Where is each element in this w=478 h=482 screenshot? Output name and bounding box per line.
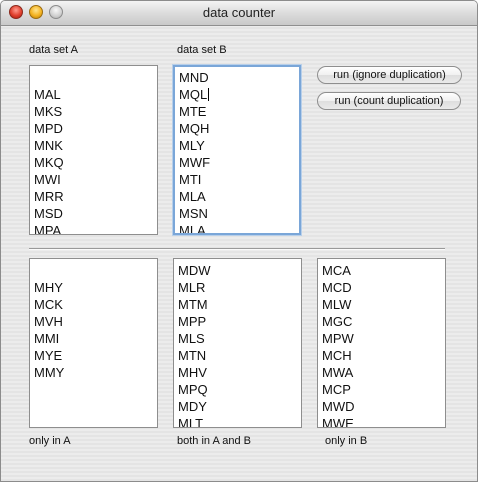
- text-line: MLA: [179, 223, 206, 235]
- text-line: MGC: [322, 314, 353, 329]
- data-set-a-textarea[interactable]: MAL MKS MPD MNK MKQ MWI MRR MSD MPA: [29, 65, 158, 235]
- text-line: MHV: [178, 365, 207, 380]
- title-bar[interactable]: data counter: [1, 1, 477, 26]
- only-in-a-textarea[interactable]: MHY MCK MVH MMI MYE MMY: [29, 258, 158, 428]
- text-line: MPP: [178, 314, 207, 329]
- text-line: MTE: [179, 104, 207, 119]
- text-line: [30, 69, 157, 86]
- text-line: MCD: [322, 280, 352, 295]
- text-line: MWI: [34, 172, 61, 187]
- text-line: MTM: [178, 297, 208, 312]
- text-line: MKS: [34, 104, 63, 119]
- text-line: MLS: [178, 331, 205, 346]
- text-line: MNK: [34, 138, 63, 153]
- text-line: MLR: [178, 280, 206, 295]
- both-in-a-and-b-textarea[interactable]: MDW MLR MTM MPP MLS MTN MHV MPQ MDY MLT: [173, 258, 302, 428]
- text-line: MND: [179, 70, 209, 85]
- text-line: MCP: [322, 382, 351, 397]
- text-line: MVH: [34, 314, 63, 329]
- run-ignore-duplication-button[interactable]: run (ignore duplication): [317, 66, 462, 84]
- text-line: MPD: [34, 121, 63, 136]
- text-line: MSD: [34, 206, 63, 221]
- data-set-b-label: data set B: [177, 44, 227, 56]
- text-line: MLA: [179, 189, 206, 204]
- only-in-b-label: only in B: [325, 435, 368, 447]
- text-line: MCA: [322, 263, 351, 278]
- text-line: MAL: [34, 87, 61, 102]
- section-divider: [29, 248, 445, 250]
- only-in-b-textarea[interactable]: MCA MCD MLW MGC MPW MCH MWA MCP MWD MWE: [317, 258, 446, 428]
- text-line: MDY: [178, 399, 207, 414]
- both-in-a-and-b-label: both in A and B: [177, 435, 252, 447]
- text-line: MDW: [178, 263, 211, 278]
- text-line: MPQ: [178, 382, 208, 397]
- text-line: MWD: [322, 399, 355, 414]
- text-line: [30, 262, 157, 279]
- text-line: MMI: [34, 331, 60, 346]
- run-count-duplication-button[interactable]: run (count duplication): [317, 92, 461, 110]
- data-set-b-textarea[interactable]: MND MQL MTE MQH MLY MWF MTI MLA MSN MLA: [173, 65, 301, 235]
- text-line: MMY: [34, 365, 65, 380]
- text-cursor: [208, 88, 210, 101]
- text-line: MSN: [179, 206, 208, 221]
- text-line: MCK: [34, 297, 63, 312]
- data-set-a-label: data set A: [29, 44, 78, 56]
- text-line: MLT: [178, 416, 204, 428]
- text-line: MYE: [34, 348, 63, 363]
- text-line: MCH: [322, 348, 352, 363]
- only-in-a-label: only in A: [29, 435, 71, 447]
- text-line: MTN: [178, 348, 207, 363]
- text-line: MPA: [34, 223, 62, 235]
- text-line: MLY: [179, 138, 205, 153]
- text-line: MWA: [322, 365, 354, 380]
- text-line: MRR: [34, 189, 64, 204]
- text-line: MHY: [34, 280, 63, 295]
- window-title: data counter: [202, 5, 276, 20]
- text-line: MQL: [179, 87, 210, 102]
- text-line: MTI: [179, 172, 202, 187]
- text-line: MLW: [322, 297, 352, 312]
- text-line: MPW: [322, 331, 354, 346]
- app-window: data counter data set A data set B MAL MK…: [0, 0, 478, 482]
- text-line: MWE: [322, 416, 354, 428]
- text-line: MKQ: [34, 155, 64, 170]
- text-line: MWF: [179, 155, 211, 170]
- text-line: MQH: [179, 121, 210, 136]
